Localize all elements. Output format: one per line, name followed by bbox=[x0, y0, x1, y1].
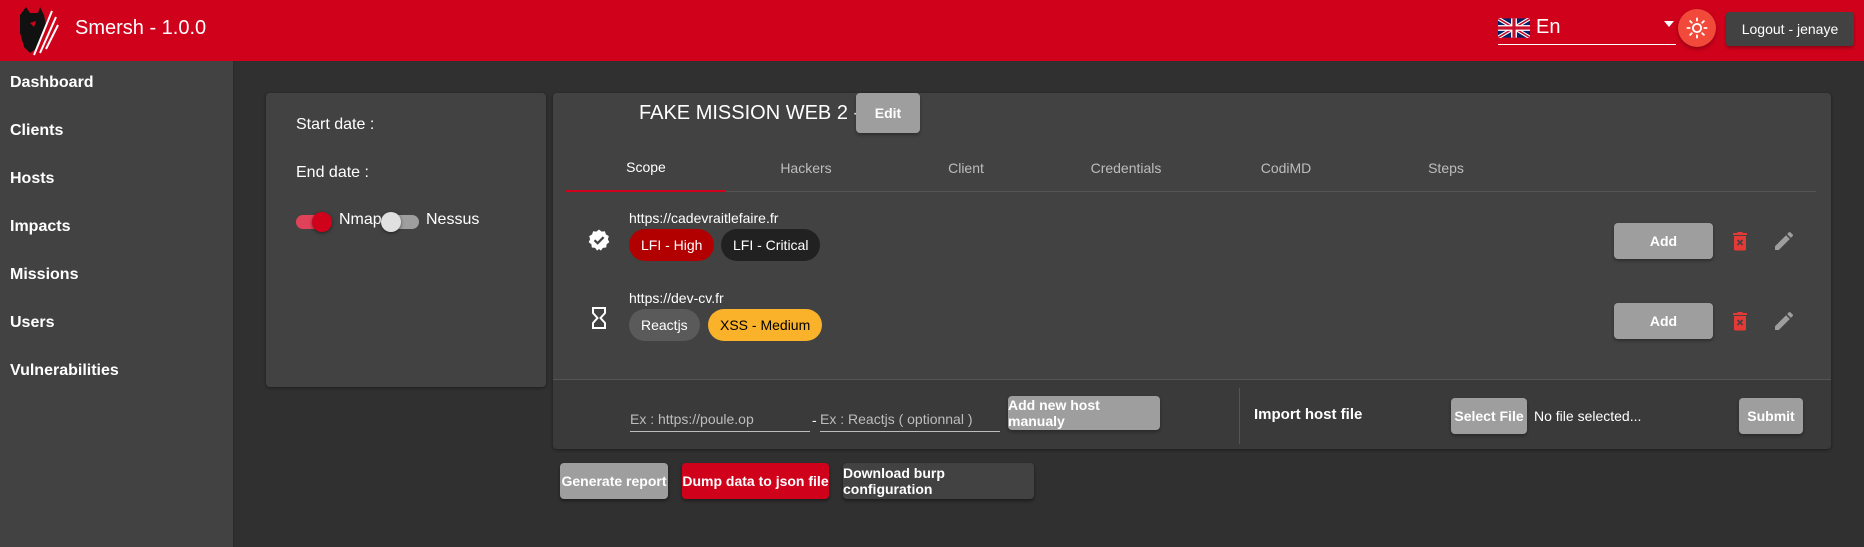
start-date-label: Start date : bbox=[296, 116, 375, 133]
delete-icon[interactable] bbox=[1728, 229, 1752, 253]
logout-button[interactable]: Logout - jenaye bbox=[1726, 12, 1854, 46]
theme-toggle-button[interactable] bbox=[1678, 9, 1716, 47]
file-status-text: No file selected... bbox=[1534, 408, 1642, 424]
host-url[interactable]: https://dev-cv.fr bbox=[629, 290, 724, 306]
check-badge-icon bbox=[588, 229, 610, 251]
add-vuln-button[interactable]: Add bbox=[1614, 223, 1713, 259]
sidebar-item-users[interactable]: Users bbox=[10, 314, 54, 332]
dump-json-button[interactable]: Dump data to json file bbox=[682, 463, 829, 499]
smersh-logo-icon bbox=[20, 7, 59, 56]
sidebar-item-clients[interactable]: Clients bbox=[10, 122, 63, 140]
nmap-toggle[interactable] bbox=[296, 212, 332, 232]
mission-title: FAKE MISSION WEB 2 - bbox=[639, 102, 861, 124]
nessus-toggle[interactable] bbox=[381, 212, 419, 232]
tab-steps[interactable]: Steps bbox=[1366, 143, 1526, 192]
download-burp-config-button[interactable]: Download burp configuration bbox=[843, 463, 1034, 499]
add-vuln-button[interactable]: Add bbox=[1614, 303, 1713, 339]
nessus-toggle-knob bbox=[381, 212, 401, 232]
mission-card: FAKE MISSION WEB 2 - Edit Scope Hackers … bbox=[553, 93, 1831, 449]
sidebar-item-missions[interactable]: Missions bbox=[10, 266, 78, 284]
edit-pencil-icon[interactable] bbox=[1772, 309, 1796, 333]
language-label: En bbox=[1536, 16, 1561, 38]
separator-dash: - bbox=[812, 412, 817, 428]
mission-info-card: Start date : End date : Nmap Nessus bbox=[266, 93, 546, 387]
divider bbox=[1239, 388, 1240, 444]
tab-codimd[interactable]: CodiMD bbox=[1206, 143, 1366, 192]
add-host-manually-button[interactable]: Add new host manualy bbox=[1008, 396, 1160, 430]
add-host-bar: Ex : https://poule.op - Ex : Reactjs ( o… bbox=[553, 379, 1831, 449]
select-file-button[interactable]: Select File bbox=[1451, 398, 1527, 434]
sidebar-item-impacts[interactable]: Impacts bbox=[10, 218, 70, 236]
vuln-chip[interactable]: LFI - High bbox=[629, 229, 715, 261]
host-row: https://dev-cv.fr Reactjs XSS - Medium A… bbox=[553, 286, 1831, 356]
hourglass-icon bbox=[592, 307, 606, 329]
tab-scope[interactable]: Scope bbox=[566, 143, 726, 192]
mission-tabs: Scope Hackers Client Credentials CodiMD … bbox=[566, 143, 1816, 192]
tab-hackers[interactable]: Hackers bbox=[726, 143, 886, 192]
end-date-label: End date : bbox=[296, 164, 369, 181]
delete-icon[interactable] bbox=[1728, 309, 1752, 333]
app-title: Smersh - 1.0.0 bbox=[75, 17, 207, 39]
host-row: https://cadevraitlefaire.fr LFI - High L… bbox=[553, 206, 1831, 276]
import-host-file-label: Import host file bbox=[1254, 406, 1363, 423]
sun-icon bbox=[1686, 17, 1708, 39]
host-url[interactable]: https://cadevraitlefaire.fr bbox=[629, 210, 778, 226]
generate-report-button[interactable]: Generate report bbox=[560, 463, 668, 499]
tab-credentials[interactable]: Credentials bbox=[1046, 143, 1206, 192]
sidebar-item-dashboard[interactable]: Dashboard bbox=[10, 74, 94, 92]
vuln-chip[interactable]: LFI - Critical bbox=[721, 229, 821, 261]
host-url-input[interactable]: Ex : https://poule.op bbox=[630, 402, 810, 432]
submit-import-button[interactable]: Submit bbox=[1739, 398, 1803, 434]
language-select[interactable]: En bbox=[1498, 11, 1676, 45]
sidebar-item-vulnerabilities[interactable]: Vulnerabilities bbox=[10, 362, 119, 380]
edit-pencil-icon[interactable] bbox=[1772, 229, 1796, 253]
sidebar: Dashboard Clients Hosts Impacts Missions… bbox=[0, 61, 234, 547]
sidebar-item-hosts[interactable]: Hosts bbox=[10, 170, 54, 188]
nmap-label: Nmap bbox=[339, 211, 382, 228]
tech-chip[interactable]: Reactjs bbox=[629, 309, 700, 341]
host-tech-input[interactable]: Ex : Reactjs ( optionnal ) bbox=[820, 402, 1000, 432]
nessus-label: Nessus bbox=[426, 211, 480, 228]
edit-mission-button[interactable]: Edit bbox=[856, 93, 920, 133]
nmap-toggle-knob bbox=[312, 212, 332, 232]
tab-client[interactable]: Client bbox=[886, 143, 1046, 192]
app-header: Smersh - 1.0.0 En Logout - jenaye bbox=[0, 0, 1864, 61]
chevron-down-icon bbox=[1664, 21, 1674, 27]
uk-flag-icon bbox=[1498, 17, 1530, 38]
vuln-chip[interactable]: XSS - Medium bbox=[708, 309, 823, 341]
